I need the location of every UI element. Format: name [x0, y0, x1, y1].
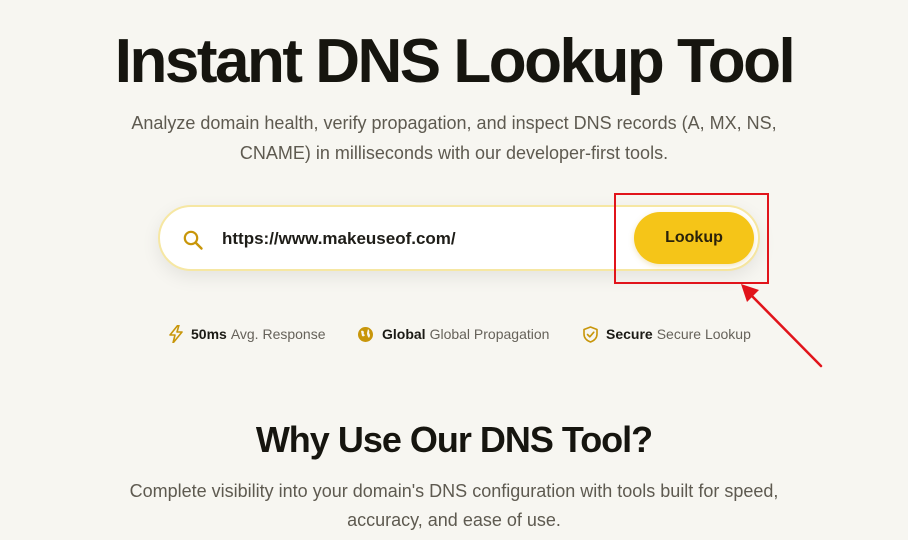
search-icon: [183, 230, 203, 250]
annotation-highlight-box: [614, 193, 769, 284]
page: Instant DNS Lookup Tool Analyze domain h…: [0, 0, 908, 540]
lightning-icon: [169, 325, 183, 343]
stat-secure: Secure Secure Lookup: [583, 322, 751, 346]
globe-icon: [358, 326, 373, 342]
stat-global-label: Global Propagation: [429, 326, 550, 342]
domain-search-input[interactable]: [222, 221, 622, 257]
why-section-title: Why Use Our DNS Tool?: [255, 419, 653, 460]
page-title: Instant DNS Lookup Tool: [114, 27, 796, 96]
stat-speed: 50ms Avg. Response: [169, 322, 326, 346]
shield-check-icon: [583, 325, 598, 343]
stats-row: 50ms Avg. Response Global Global Propaga…: [0, 322, 908, 346]
stat-speed-label: Avg. Response: [230, 326, 326, 342]
stat-global: Global Global Propagation: [357, 322, 549, 346]
stat-secure-label: Secure Lookup: [656, 326, 751, 342]
why-section-subtitle: Complete visibility into your domain's D…: [129, 481, 779, 530]
stat-global-value: Global: [382, 326, 426, 342]
hero-subtitle: Analyze domain health, verify propagatio…: [131, 113, 777, 163]
stat-secure-value: Secure: [606, 326, 653, 342]
stat-speed-value: 50ms: [191, 326, 227, 342]
